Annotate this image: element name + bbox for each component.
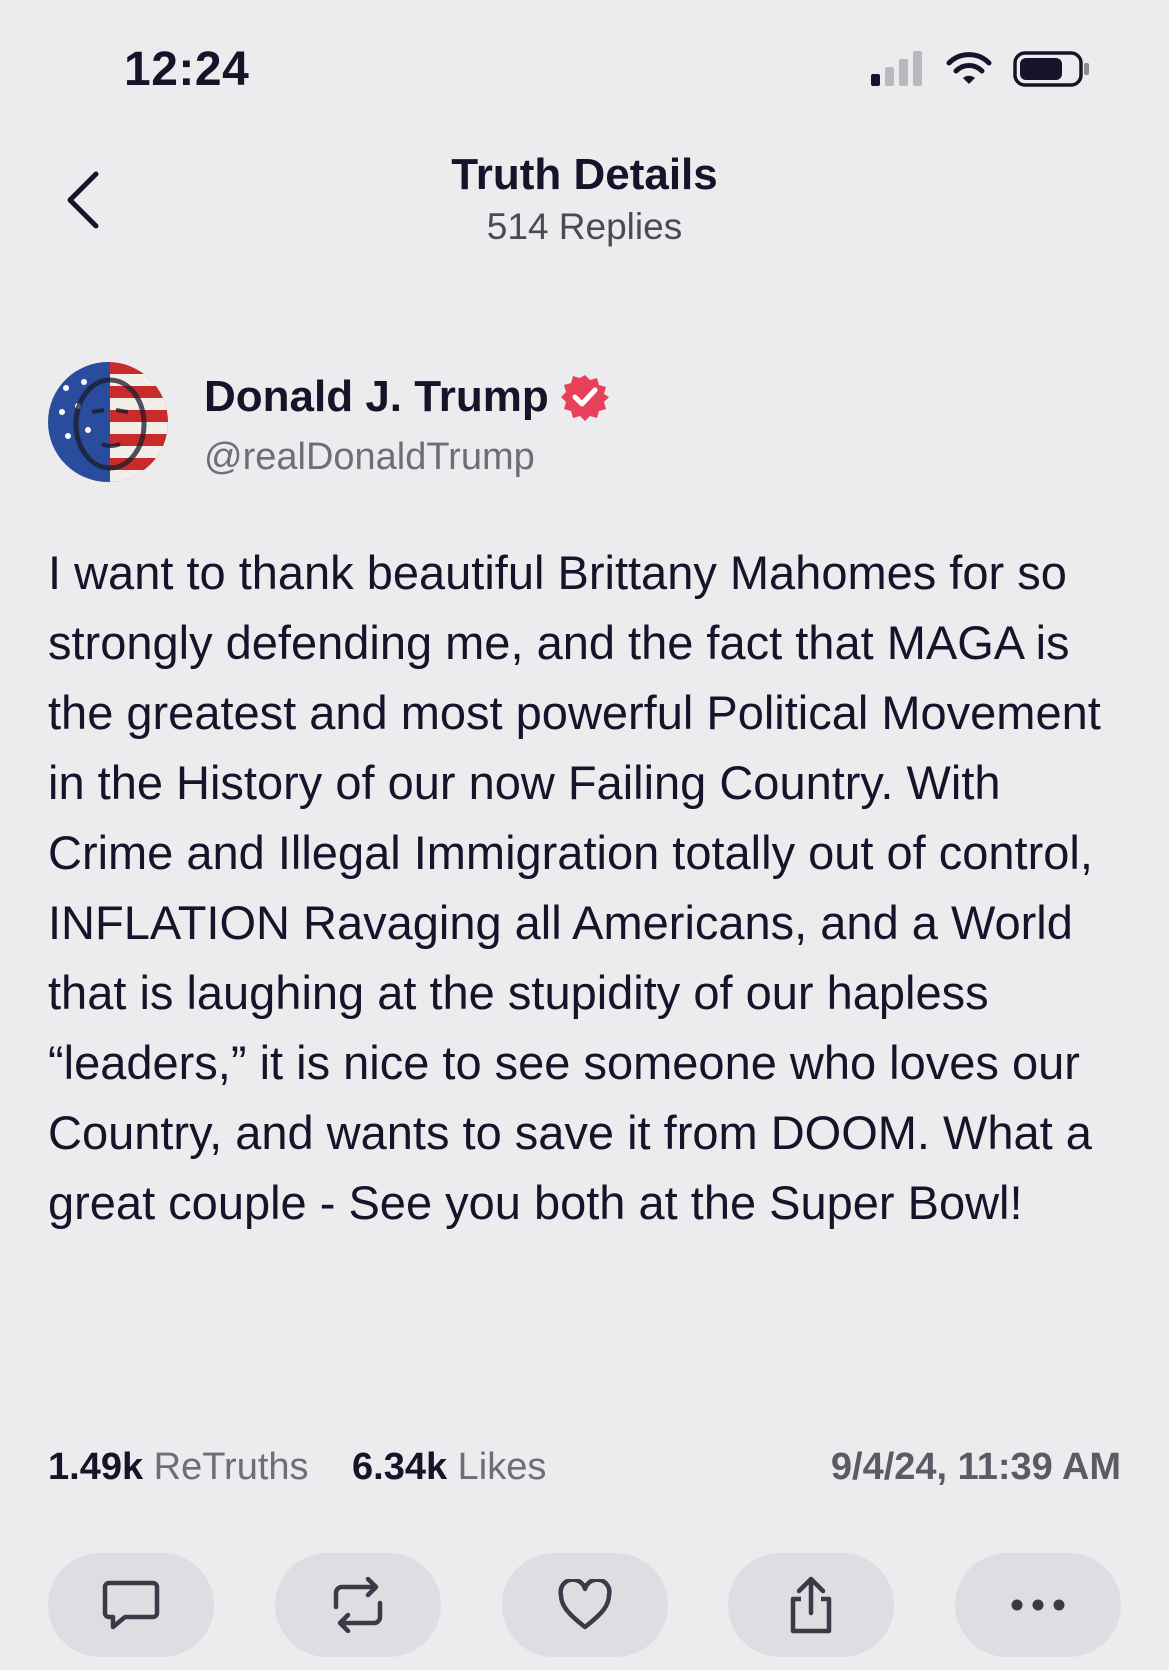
likes-stat[interactable]: 6.34k Likes bbox=[352, 1446, 546, 1489]
retruth-icon bbox=[333, 1577, 382, 1633]
header: Truth Details 514 Replies bbox=[0, 150, 1169, 248]
battery-icon bbox=[1013, 51, 1089, 87]
reply-button[interactable] bbox=[48, 1553, 214, 1657]
post-text: I want to thank beautiful Brittany Mahom… bbox=[48, 546, 1101, 1229]
post-timestamp: 9/4/24, 11:39 AM bbox=[830, 1446, 1121, 1488]
share-button[interactable] bbox=[728, 1553, 895, 1657]
action-bar bbox=[48, 1553, 1121, 1657]
status-time: 12:24 bbox=[124, 43, 250, 96]
replies-count[interactable]: 514 Replies bbox=[0, 206, 1169, 248]
likes-count: 6.34k bbox=[352, 1446, 448, 1488]
share-icon bbox=[791, 1576, 832, 1634]
avatar[interactable] bbox=[48, 362, 168, 482]
retruths-count: 1.49k bbox=[48, 1446, 144, 1488]
author-name-row: Donald J. Trump bbox=[204, 372, 609, 422]
likes-label: Likes bbox=[457, 1446, 547, 1488]
author-handle[interactable]: @realDonaldTrump bbox=[204, 436, 535, 479]
verified-badge-icon bbox=[560, 375, 609, 421]
author-name[interactable]: Donald J. Trump bbox=[204, 372, 549, 422]
heart-icon bbox=[557, 1579, 612, 1630]
page-title: Truth Details bbox=[451, 150, 718, 199]
more-button[interactable] bbox=[955, 1553, 1121, 1657]
status-icons bbox=[869, 50, 1091, 88]
retruths-label: ReTruths bbox=[153, 1446, 309, 1488]
wifi-icon bbox=[946, 52, 992, 84]
like-button[interactable] bbox=[501, 1553, 668, 1657]
avatar-image bbox=[48, 362, 168, 482]
post-stats: 1.49k ReTruths 6.34k Likes 9/4/24, 11:39… bbox=[48, 1446, 1121, 1496]
retruths-stat[interactable]: 1.49k ReTruths bbox=[48, 1446, 309, 1489]
retruth-button[interactable] bbox=[274, 1553, 441, 1657]
signal-icon bbox=[871, 51, 922, 86]
more-icon bbox=[1011, 1599, 1065, 1611]
screen: 12:24 Truth Details 514 Replies Donald J… bbox=[0, 0, 1169, 1670]
comment-icon bbox=[102, 1580, 160, 1630]
